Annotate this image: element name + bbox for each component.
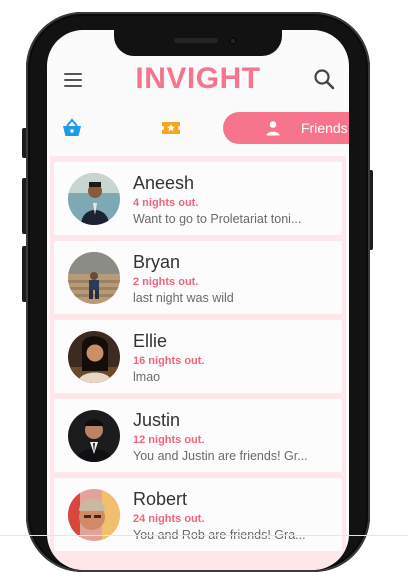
avatar (68, 410, 120, 462)
friend-message: last night was wild (133, 291, 234, 305)
speaker (174, 38, 218, 43)
tab-ticket-icon[interactable] (159, 116, 183, 140)
person-icon (266, 121, 280, 136)
friend-card[interactable]: Justin 12 nights out. You and Justin are… (54, 399, 342, 472)
app-screen: INVIGHT Friends Aneesh 4 nights out. Wan… (47, 30, 349, 570)
tab-bar: Friends (47, 110, 349, 146)
friend-card[interactable]: Ellie 16 nights out. lmao (54, 320, 342, 393)
app-header: INVIGHT (47, 60, 349, 100)
friend-name: Justin (133, 410, 181, 430)
friend-nights: 12 nights out. (133, 434, 205, 446)
friend-message: lmao (133, 370, 161, 384)
friend-name: Ellie (133, 331, 168, 351)
friend-message: Want to go to Proletariat toni... (133, 212, 302, 226)
avatar (68, 173, 120, 225)
avatar (68, 252, 120, 304)
app-title: INVIGHT (135, 62, 261, 95)
tab-basket-icon[interactable] (60, 116, 84, 140)
friend-name: Robert (133, 489, 188, 509)
camera (229, 37, 237, 45)
avatar (68, 331, 120, 383)
search-icon[interactable] (313, 68, 335, 90)
friend-name: Aneesh (133, 173, 195, 193)
friend-nights: 24 nights out. (133, 513, 205, 525)
friend-name: Bryan (133, 252, 181, 272)
bottom-divider (0, 535, 408, 536)
tab-friends-label: Friends (301, 120, 348, 136)
avatar (68, 489, 120, 541)
friend-card[interactable]: Bryan 2 nights out. last night was wild (54, 241, 342, 314)
tab-friends[interactable]: Friends (223, 112, 349, 144)
friend-message: You and Justin are friends! Gr... (133, 449, 308, 463)
friend-card[interactable]: Aneesh 4 nights out. Want to go to Prole… (54, 162, 342, 235)
friend-nights: 2 nights out. (133, 276, 199, 288)
friend-nights: 4 nights out. (133, 197, 199, 209)
friend-nights: 16 nights out. (133, 355, 205, 367)
friends-list: Aneesh 4 nights out. Want to go to Prole… (50, 156, 346, 570)
friend-card[interactable]: Robert 24 nights out. You and Rob are fr… (54, 478, 342, 551)
notch (114, 30, 282, 56)
